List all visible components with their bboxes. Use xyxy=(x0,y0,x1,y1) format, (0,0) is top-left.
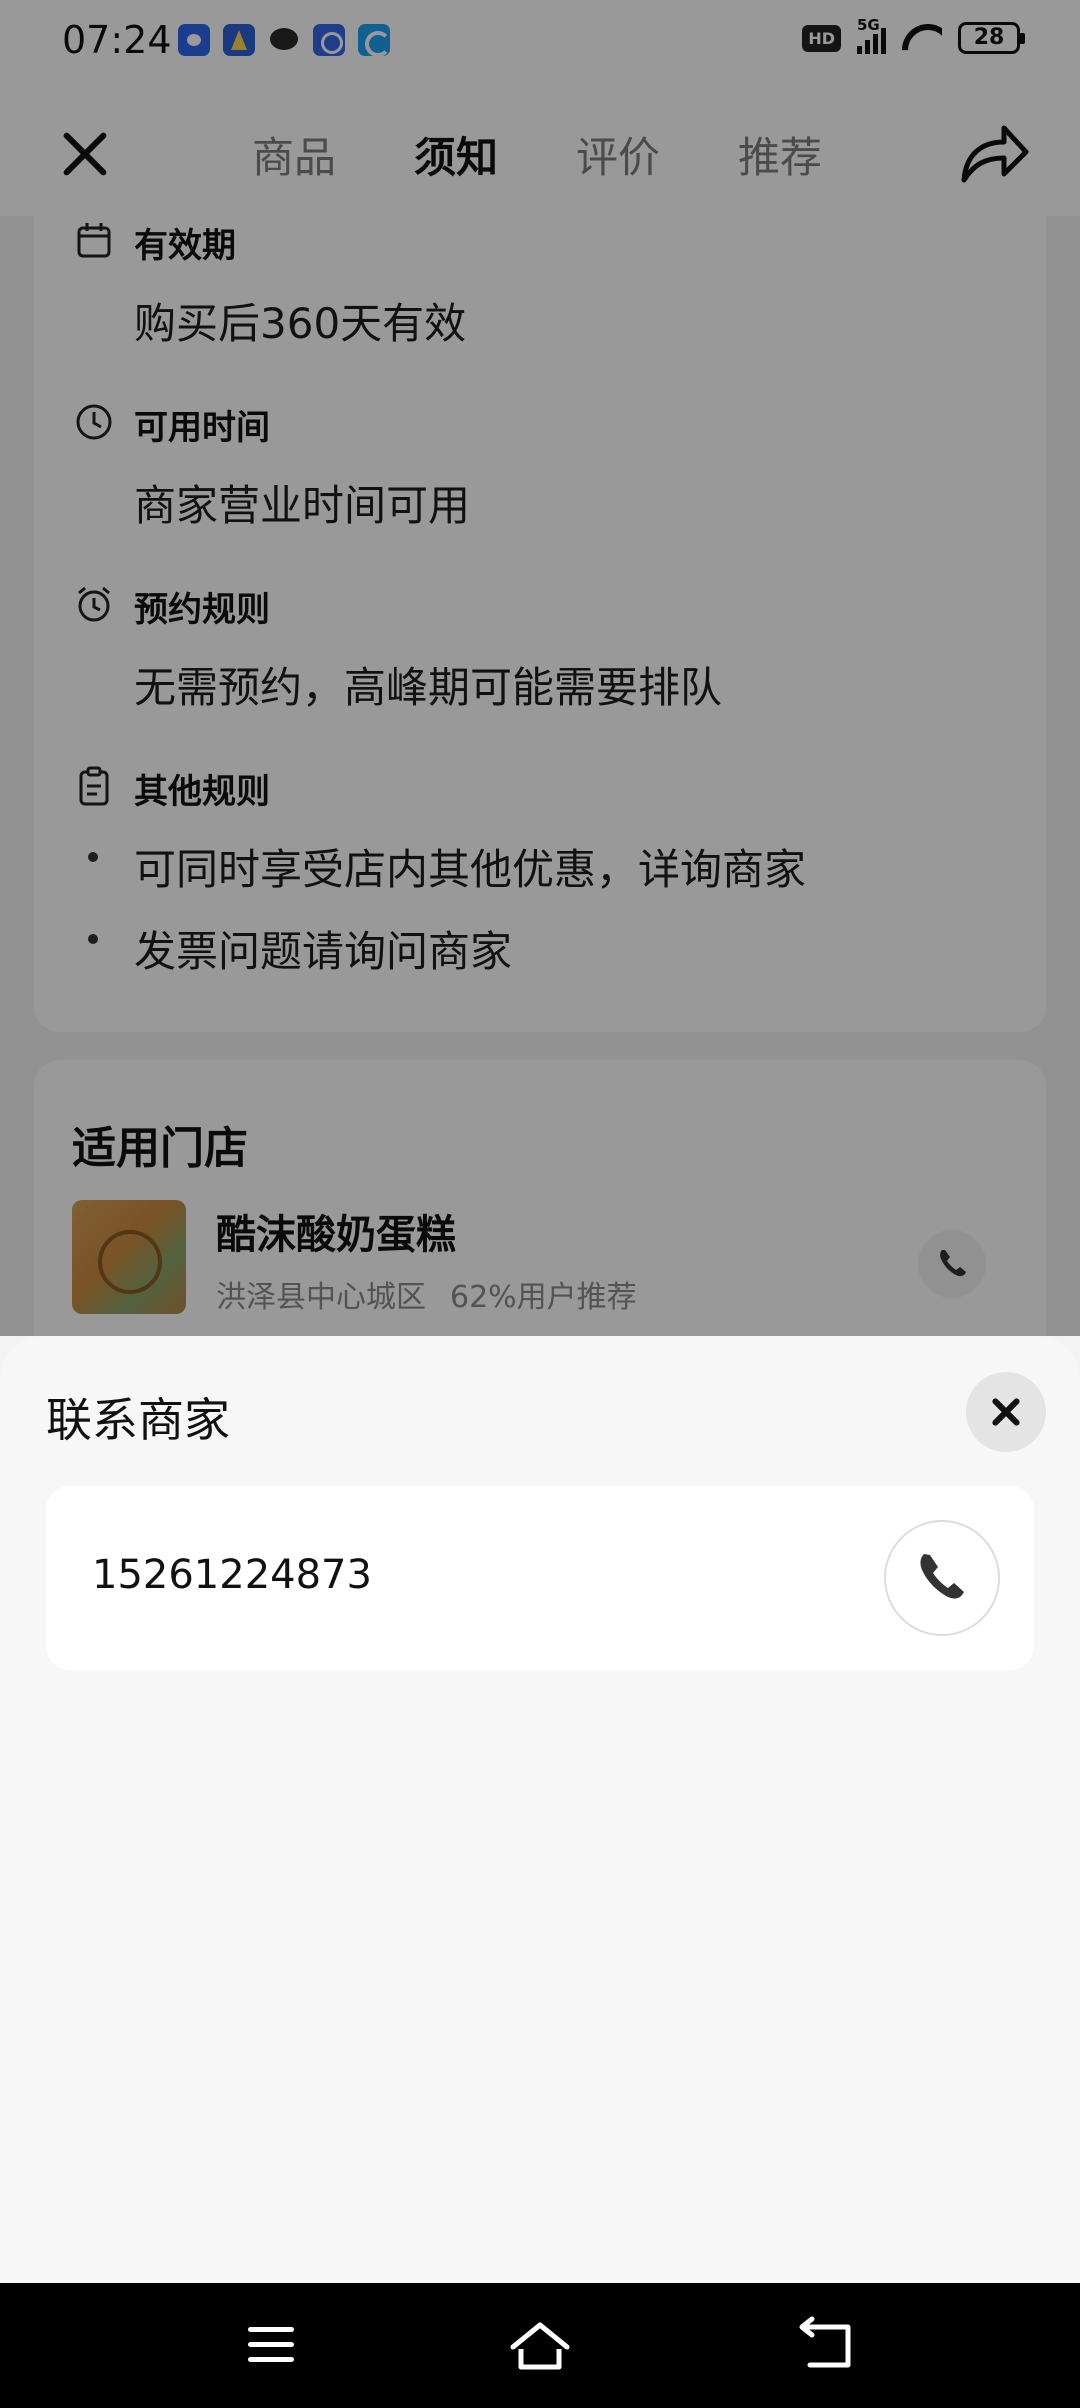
phone-row: 15261224873 xyxy=(46,1486,1034,1670)
back-icon[interactable] xyxy=(790,2315,860,2375)
menu-icon[interactable] xyxy=(236,2315,306,2375)
sheet-title: 联系商家 xyxy=(46,1393,230,1447)
phone-icon xyxy=(920,1554,964,1599)
merchant-phone-number: 15261224873 xyxy=(92,1552,372,1598)
call-button[interactable] xyxy=(884,1520,1000,1636)
modal-backdrop[interactable] xyxy=(0,0,1080,1336)
close-sheet-button[interactable] xyxy=(966,1372,1046,1452)
contact-merchant-sheet: 联系商家 15261224873 xyxy=(0,1336,1080,2283)
system-navigation-bar xyxy=(0,2283,1080,2408)
home-icon[interactable] xyxy=(505,2315,575,2375)
deal-detail-page: 07:24 HD 5G 28 商品 须知 评价 推荐 有效期 购买后360天有效… xyxy=(0,0,1080,1336)
